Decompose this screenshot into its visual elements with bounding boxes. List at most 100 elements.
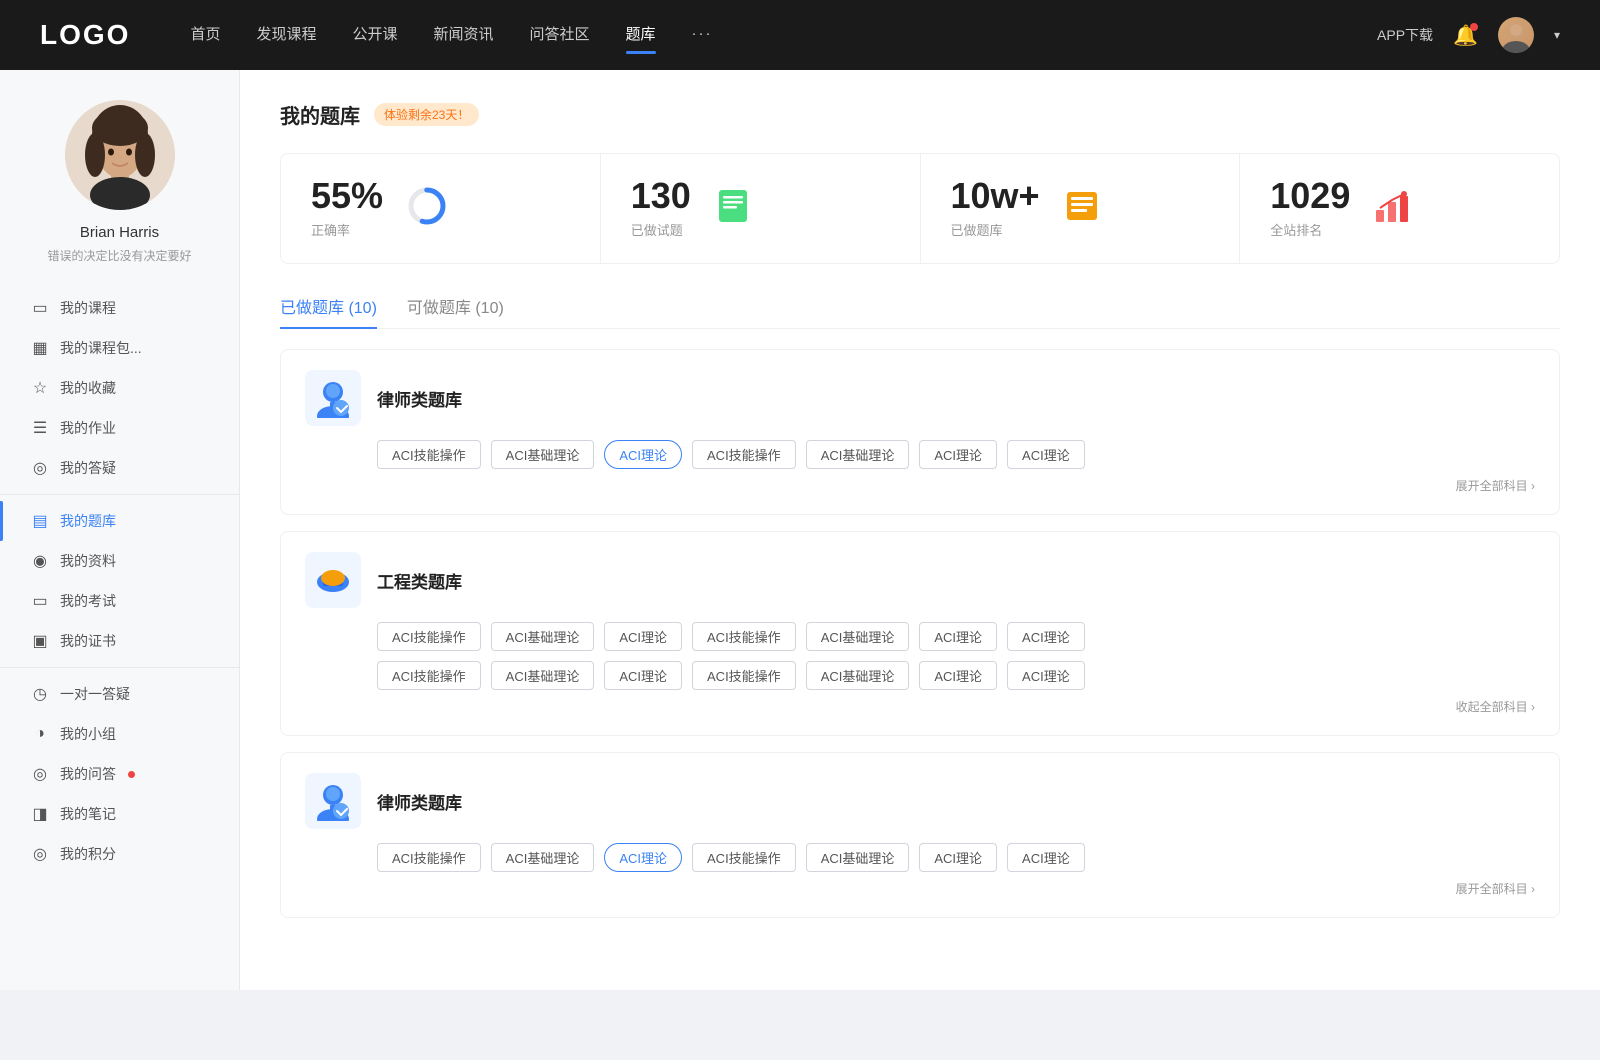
- notes-icon: ◨: [30, 804, 50, 824]
- tag2-5[interactable]: ACI基础理论: [806, 622, 910, 651]
- tag2-9[interactable]: ACI基础理论: [491, 661, 595, 690]
- avatar-chevron-icon[interactable]: ▾: [1554, 28, 1560, 42]
- nav-news[interactable]: 新闻资讯: [434, 23, 494, 48]
- sidebar-item-my-group[interactable]: ◑ 我的小组: [0, 714, 239, 754]
- bank-card-2-title: 工程类题库: [377, 568, 462, 593]
- sidebar-motto: 错误的决定比没有决定要好: [47, 247, 191, 264]
- expand-link-3[interactable]: 展开全部科目 ›: [305, 880, 1535, 897]
- sidebar-item-course-package[interactable]: ▦ 我的课程包...: [0, 328, 239, 368]
- tag-3-active[interactable]: ACI理论: [604, 440, 682, 469]
- tabs-row: 已做题库 (10) 可做题库 (10): [280, 294, 1560, 329]
- stat-ranking-label: 全站排名: [1270, 220, 1350, 239]
- collapse-link-2[interactable]: 收起全部科目 ›: [305, 698, 1535, 715]
- trial-badge: 体验剩余23天！: [374, 103, 479, 126]
- tag2-1[interactable]: ACI技能操作: [377, 622, 481, 651]
- sidebar-item-points[interactable]: ◎ 我的积分: [0, 834, 239, 874]
- sidebar-item-certificate[interactable]: ▣ 我的证书: [0, 621, 239, 661]
- sidebar-item-exam[interactable]: ▭ 我的考试: [0, 581, 239, 621]
- tag2-3[interactable]: ACI理论: [604, 622, 682, 651]
- tab-done-banks[interactable]: 已做题库 (10): [280, 294, 377, 328]
- qa-icon: ◎: [30, 764, 50, 784]
- page-title: 我的题库: [280, 100, 360, 129]
- tag2-13[interactable]: ACI理论: [919, 661, 997, 690]
- nav-discover[interactable]: 发现课程: [256, 23, 316, 48]
- nav-more[interactable]: ···: [692, 25, 713, 46]
- bank-icon: ▤: [30, 511, 50, 531]
- stat-banks-number: 10w+: [951, 178, 1040, 214]
- sidebar-item-answers[interactable]: ◎ 我的答疑: [0, 448, 239, 488]
- nav-home[interactable]: 首页: [190, 23, 220, 48]
- user-avatar: [65, 100, 175, 210]
- bank-card-1-title: 律师类题库: [377, 386, 462, 411]
- user-avatar-svg: [65, 100, 175, 210]
- star-icon: ☆: [30, 378, 50, 398]
- qa-badge: [128, 771, 135, 778]
- stat-accuracy-label: 正确率: [311, 220, 383, 239]
- questions-icon: [715, 188, 751, 229]
- avatar[interactable]: [1498, 17, 1534, 53]
- sidebar-item-my-qa[interactable]: ◎ 我的问答: [0, 754, 239, 794]
- tag2-12[interactable]: ACI基础理论: [806, 661, 910, 690]
- tag3-4[interactable]: ACI技能操作: [692, 843, 796, 872]
- tag2-10[interactable]: ACI理论: [604, 661, 682, 690]
- stats-row: 55% 正确率 130 已做试题: [280, 153, 1560, 264]
- notification-bell[interactable]: 🔔: [1453, 23, 1478, 48]
- nav-open-course[interactable]: 公开课: [352, 23, 397, 48]
- logo[interactable]: LOGO: [40, 19, 130, 51]
- tag2-6[interactable]: ACI理论: [919, 622, 997, 651]
- sidebar-item-my-data[interactable]: ◉ 我的资料: [0, 541, 239, 581]
- menu-divider-1: [0, 494, 239, 495]
- app-download-link[interactable]: APP下载: [1377, 25, 1433, 45]
- stat-accuracy-number: 55%: [311, 178, 383, 214]
- profile-icon: ◉: [30, 551, 50, 571]
- sidebar-item-homework[interactable]: ☰ 我的作业: [0, 408, 239, 448]
- sidebar-item-question-bank[interactable]: ▤ 我的题库: [0, 501, 239, 541]
- tag-1[interactable]: ACI技能操作: [377, 440, 481, 469]
- tag2-11[interactable]: ACI技能操作: [692, 661, 796, 690]
- tag3-7[interactable]: ACI理论: [1007, 843, 1085, 872]
- sidebar: Brian Harris 错误的决定比没有决定要好 ▭ 我的课程 ▦ 我的课程包…: [0, 70, 240, 990]
- tag-5[interactable]: ACI基础理论: [806, 440, 910, 469]
- tag-2[interactable]: ACI基础理论: [491, 440, 595, 469]
- tag3-5[interactable]: ACI基础理论: [806, 843, 910, 872]
- bank-card-3-title: 律师类题库: [377, 789, 462, 814]
- bank-card-3-icon: [305, 773, 361, 829]
- tag3-2[interactable]: ACI基础理论: [491, 843, 595, 872]
- tag3-3-active[interactable]: ACI理论: [604, 843, 682, 872]
- tab-available-banks[interactable]: 可做题库 (10): [407, 294, 504, 328]
- tag-6[interactable]: ACI理论: [919, 440, 997, 469]
- nav-menu: 首页 发现课程 公开课 新闻资讯 问答社区 题库 ···: [190, 23, 1377, 48]
- group-icon: ◑: [30, 725, 50, 743]
- sidebar-username: Brian Harris: [80, 224, 159, 241]
- tag2-2[interactable]: ACI基础理论: [491, 622, 595, 651]
- tag2-4[interactable]: ACI技能操作: [692, 622, 796, 651]
- tag-7[interactable]: ACI理论: [1007, 440, 1085, 469]
- ranking-icon: [1374, 188, 1410, 229]
- expand-link-1[interactable]: 展开全部科目 ›: [305, 477, 1535, 494]
- tag2-8[interactable]: ACI技能操作: [377, 661, 481, 690]
- sidebar-menu: ▭ 我的课程 ▦ 我的课程包... ☆ 我的收藏 ☰ 我的作业 ◎ 我的答疑 ▤: [0, 288, 239, 894]
- sidebar-item-one-on-one[interactable]: ◷ 一对一答疑: [0, 674, 239, 714]
- tag2-14[interactable]: ACI理论: [1007, 661, 1085, 690]
- tag-4[interactable]: ACI技能操作: [692, 440, 796, 469]
- nav-question-bank[interactable]: 题库: [626, 23, 656, 48]
- bank-card-2-tags-row2: ACI技能操作 ACI基础理论 ACI理论 ACI技能操作 ACI基础理论 AC…: [377, 661, 1535, 690]
- stat-ranking: 1029 全站排名: [1240, 154, 1559, 263]
- question-icon: ◎: [30, 458, 50, 478]
- homework-icon: ☰: [30, 418, 50, 438]
- nav-qa[interactable]: 问答社区: [530, 23, 590, 48]
- sidebar-item-favorites[interactable]: ☆ 我的收藏: [0, 368, 239, 408]
- page-layout: Brian Harris 错误的决定比没有决定要好 ▭ 我的课程 ▦ 我的课程包…: [0, 70, 1600, 990]
- tag3-1[interactable]: ACI技能操作: [377, 843, 481, 872]
- bank-card-1-icon: [305, 370, 361, 426]
- tag2-7[interactable]: ACI理论: [1007, 622, 1085, 651]
- sidebar-item-notes[interactable]: ◨ 我的笔记: [0, 794, 239, 834]
- menu-divider-2: [0, 667, 239, 668]
- bank-card-2-icon: [305, 552, 361, 608]
- tag3-6[interactable]: ACI理论: [919, 843, 997, 872]
- avatar-svg: [1498, 17, 1534, 53]
- sidebar-item-my-courses[interactable]: ▭ 我的课程: [0, 288, 239, 328]
- document-icon: ▭: [30, 298, 50, 318]
- stat-questions-label: 已做试题: [631, 220, 691, 239]
- bank-card-3: 律师类题库 ACI技能操作 ACI基础理论 ACI理论 ACI技能操作 ACI基…: [280, 752, 1560, 918]
